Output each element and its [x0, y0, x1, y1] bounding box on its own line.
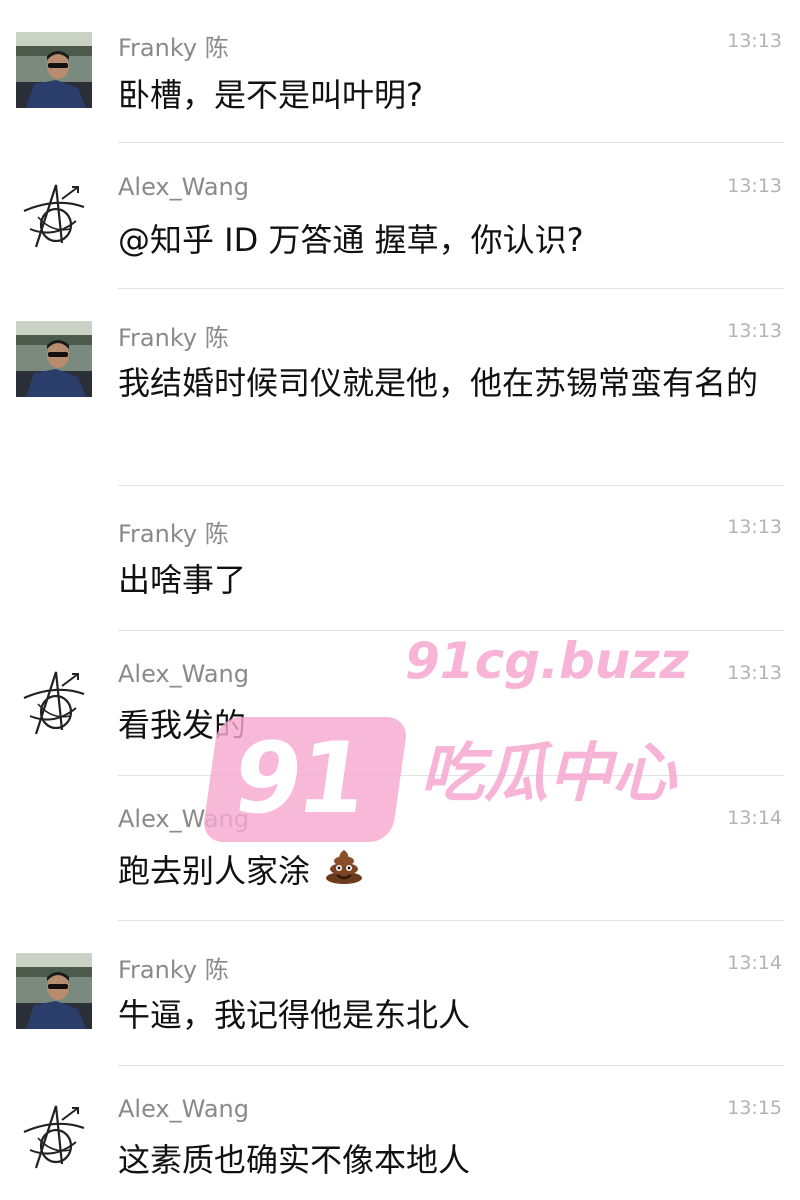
chat-message-list: Franky 陈 13:13 卧槽，是不是叫叶明? Alex_Wang 13:1… [0, 0, 800, 1200]
poop-emoji-icon [324, 847, 364, 899]
message-text: 出啥事了 [118, 561, 247, 599]
message-divider [118, 920, 784, 921]
message-divider [118, 1065, 784, 1066]
alex-avatar[interactable] [16, 664, 92, 740]
message-time: 13:13 [727, 30, 782, 52]
sender-name: Alex_Wang [118, 1095, 249, 1123]
message-text: 看我发的 [118, 706, 247, 744]
sender-name: Alex_Wang [118, 805, 249, 833]
message-text: 这素质也确实不像本地人 [118, 1141, 471, 1179]
sender-name: Franky 陈 [118, 520, 229, 548]
message-divider [118, 630, 784, 631]
franky-avatar[interactable] [16, 321, 92, 397]
message-time: 13:13 [727, 320, 782, 342]
message-divider [118, 288, 784, 289]
message-text: 跑去别人家涂 [118, 846, 783, 899]
message-text: 我结婚时候司仪就是他，他在苏锡常蛮有名的 [118, 364, 759, 402]
message-divider [118, 142, 784, 143]
franky-avatar[interactable] [16, 32, 92, 108]
message-time: 13:15 [727, 1097, 782, 1119]
message-time: 13:14 [727, 807, 782, 829]
message-time: 13:13 [727, 516, 782, 538]
message-time: 13:14 [727, 952, 782, 974]
alex-avatar[interactable] [16, 1098, 92, 1174]
alex-avatar[interactable] [16, 177, 92, 253]
message-text: @知乎 ID 万答通 握草，你认识? [118, 221, 584, 259]
message-text: 牛逼，我记得他是东北人 [118, 996, 471, 1034]
message-time: 13:13 [727, 662, 782, 684]
message-time: 13:13 [727, 175, 782, 197]
sender-name: Franky 陈 [118, 956, 229, 984]
sender-name: Franky 陈 [118, 324, 229, 352]
sender-name: Franky 陈 [118, 34, 229, 62]
message-text-content: 跑去别人家涂 [118, 852, 311, 890]
message-divider [118, 775, 784, 776]
message-text: 卧槽，是不是叫叶明? [118, 76, 423, 114]
sender-name: Alex_Wang [118, 660, 249, 688]
message-divider [118, 485, 784, 486]
sender-name: Alex_Wang [118, 173, 249, 201]
franky-avatar[interactable] [16, 953, 92, 1029]
